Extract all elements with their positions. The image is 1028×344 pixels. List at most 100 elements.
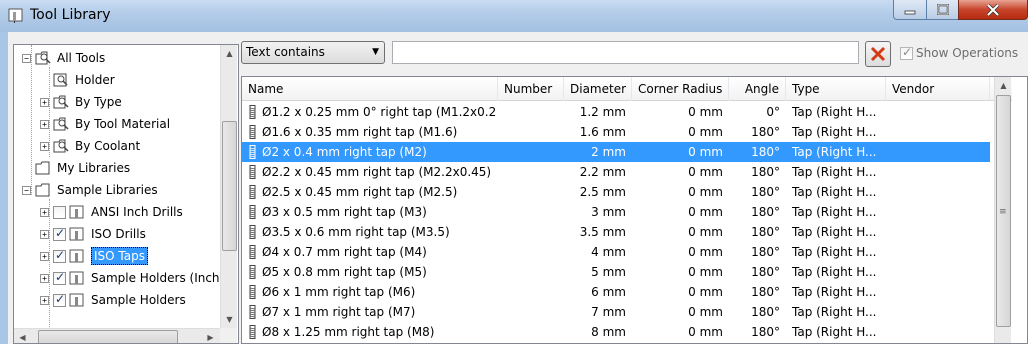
column-header[interactable]: Diameter <box>564 77 632 101</box>
column-header[interactable]: Angle <box>729 77 786 101</box>
tree-vertical-scrollbar[interactable]: ▲ ▼ <box>220 45 237 328</box>
tree-item[interactable]: + Sample Holders <box>40 289 186 311</box>
tree-item[interactable]: + Sample Holders (Inch) <box>40 267 224 289</box>
cell-vendor <box>892 302 990 322</box>
collapse-icon[interactable]: − <box>22 185 31 195</box>
tree-item[interactable]: + By Coolant <box>40 135 140 157</box>
table-row[interactable]: Ø4 x 0.7 mm right tap (M4) 4 mm 0 mm 180° Ta… <box>242 242 990 262</box>
table-row[interactable]: Ø1.2 x 0.25 mm 0° right tap (M1.2x0.25) 1… <box>242 102 990 122</box>
expand-icon[interactable]: + <box>40 207 49 217</box>
table-row[interactable]: Ø2 x 0.4 mm right tap (M2) 2 mm 0 mm 180° Ta… <box>242 142 990 162</box>
minimize-button[interactable] <box>893 0 927 20</box>
cell-number <box>504 282 564 302</box>
table-row[interactable]: Ø2.5 x 0.45 mm right tap (M2.5) 2.5 mm 0 m… <box>242 182 990 202</box>
tree-item[interactable]: + By Tool Material <box>40 113 170 135</box>
table-vertical-scrollbar[interactable]: ▲ ≡ <box>994 77 1012 343</box>
tree-item[interactable]: + By Type <box>40 91 122 113</box>
scroll-down-icon[interactable]: ▼ <box>221 311 238 328</box>
cell-number <box>504 122 564 142</box>
table-row[interactable]: Ø6 x 1 mm right tap (M6) 6 mm 0 mm 180° Tap … <box>242 282 990 302</box>
expand-icon[interactable]: + <box>40 295 49 305</box>
tap-tool-icon <box>249 145 256 159</box>
cell-corner-radius: 0 mm <box>688 165 723 179</box>
search-folder-icon <box>53 139 75 153</box>
collapse-icon[interactable]: − <box>22 53 31 63</box>
expand-icon[interactable]: + <box>40 251 49 261</box>
maximize-button[interactable] <box>926 0 959 20</box>
cell-diameter: 5 mm <box>591 265 626 279</box>
tree-item-label: Sample Holders (Inch) <box>91 271 225 285</box>
show-operations-toggle[interactable]: Show Operations <box>900 45 1018 60</box>
cell-diameter: 8 mm <box>591 325 626 339</box>
expand-icon[interactable]: + <box>40 97 49 107</box>
table-row[interactable]: Ø3.5 x 0.6 mm right tap (M3.5) 3.5 mm 0 mm… <box>242 222 990 242</box>
cell-vendor <box>892 242 990 262</box>
close-icon <box>986 3 1000 16</box>
table-header: Name Number Diameter Corner Radius Angle Type… <box>242 77 1012 101</box>
tree-item-label: Holder <box>75 73 115 87</box>
column-header[interactable]: Vendor <box>886 77 990 101</box>
tree-item-label: ISO Taps <box>91 247 148 265</box>
tree-item-label: By Tool Material <box>75 117 171 131</box>
tree-item[interactable]: Holder <box>40 69 115 91</box>
title-bar[interactable]: Tool Library <box>0 0 1028 32</box>
table-row[interactable]: Ø2.2 x 0.45 mm right tap (M2.2x0.45) 2.2 … <box>242 162 990 182</box>
library-checkbox[interactable] <box>53 292 66 307</box>
table-row[interactable]: Ø8 x 1.25 mm right tap (M8) 8 mm 0 mm 180° T… <box>242 322 990 342</box>
cell-corner-radius: 0 mm <box>688 265 723 279</box>
cell-corner-radius: 0 mm <box>688 285 723 299</box>
filter-mode-value: Text contains <box>246 45 325 59</box>
table-row[interactable]: Ø7 x 1 mm right tap (M7) 7 mm 0 mm 180° Tap … <box>242 302 990 322</box>
tree-item[interactable]: + ISO Taps <box>40 245 148 267</box>
cell-diameter: 2.5 mm <box>579 185 626 199</box>
tree-scroll-thumb[interactable] <box>222 121 237 251</box>
table-row[interactable]: Ø5 x 0.8 mm right tap (M5) 5 mm 0 mm 180° Ta… <box>242 262 990 282</box>
cell-number <box>504 302 564 322</box>
tree-item[interactable]: − All Tools <box>22 47 105 69</box>
cell-angle: 180° <box>751 245 780 259</box>
column-header[interactable]: Type <box>786 77 886 101</box>
cell-name: Ø1.2 x 0.25 mm 0° right tap (M1.2x0.25) <box>262 105 496 119</box>
tree-hscroll-thumb[interactable] <box>38 330 178 343</box>
filter-mode-dropdown[interactable]: Text contains ▼ <box>241 41 385 64</box>
tree-item[interactable]: + ISO Drills <box>40 223 146 245</box>
expand-icon[interactable]: + <box>40 229 49 239</box>
expand-icon[interactable]: + <box>40 119 49 129</box>
column-header[interactable]: Name <box>242 77 498 101</box>
column-header[interactable]: Number <box>498 77 564 101</box>
expand-icon[interactable]: + <box>40 141 49 151</box>
cell-vendor <box>892 162 990 182</box>
tree-horizontal-scrollbar[interactable]: ◀ ▶ <box>14 328 220 343</box>
cell-number <box>504 202 564 222</box>
cell-name: Ø2 x 0.4 mm right tap (M2) <box>262 145 427 159</box>
tree-item[interactable]: My Libraries <box>22 157 130 179</box>
cell-name: Ø3.5 x 0.6 mm right tap (M3.5) <box>262 225 450 239</box>
scroll-left-icon[interactable]: ◀ <box>14 329 31 343</box>
scroll-up-icon[interactable]: ▲ <box>995 77 1012 94</box>
tree-item[interactable]: − Sample Libraries <box>22 179 158 201</box>
library-checkbox[interactable] <box>53 248 66 263</box>
tree-item-label: All Tools <box>57 51 106 65</box>
library-checkbox[interactable] <box>53 226 66 241</box>
clear-filter-button[interactable] <box>865 41 891 67</box>
cell-diameter: 4 mm <box>591 245 626 259</box>
close-window-button[interactable] <box>958 0 1028 20</box>
expand-icon[interactable]: + <box>40 273 49 283</box>
scroll-right-icon[interactable]: ▶ <box>202 329 219 343</box>
tool-table[interactable]: Name Number Diameter Corner Radius Angle Type… <box>241 76 1028 344</box>
cell-diameter: 6 mm <box>591 285 626 299</box>
table-row[interactable]: Ø1.6 x 0.35 mm right tap (M1.6) 1.6 mm 0 m… <box>242 122 990 142</box>
scroll-up-icon[interactable]: ▲ <box>221 45 238 62</box>
tree-item[interactable]: + ANSI Inch Drills <box>40 201 183 223</box>
cell-corner-radius: 0 mm <box>688 305 723 319</box>
show-operations-checkbox[interactable] <box>900 45 913 60</box>
library-checkbox[interactable] <box>53 205 66 219</box>
column-header[interactable]: Corner Radius <box>632 77 729 101</box>
cell-vendor <box>892 282 990 302</box>
library-icon <box>69 293 91 307</box>
library-tree[interactable]: − All Tools Holder + By Type + By Tool Materia… <box>13 44 239 344</box>
search-input[interactable] <box>392 41 859 64</box>
cell-vendor <box>892 262 990 282</box>
table-row[interactable]: Ø3 x 0.5 mm right tap (M3) 3 mm 0 mm 180° Ta… <box>242 202 990 222</box>
library-checkbox[interactable] <box>53 270 66 285</box>
